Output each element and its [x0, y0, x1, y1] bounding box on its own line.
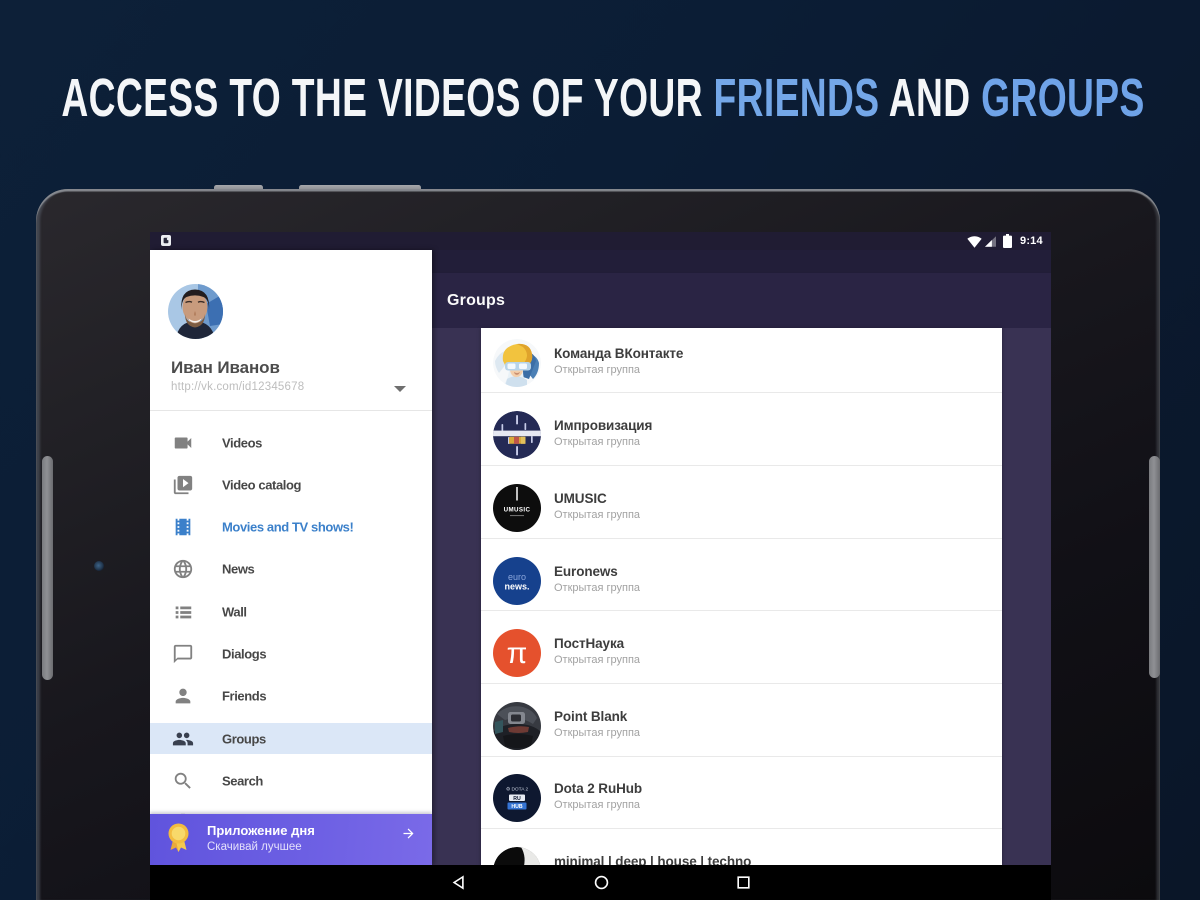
- svg-text:HUB: HUB: [511, 805, 522, 811]
- svg-text:π: π: [507, 637, 528, 670]
- svg-text:RU: RU: [513, 796, 521, 802]
- svg-text:UMUSIC: UMUSIC: [504, 506, 531, 513]
- svg-text:news.: news.: [504, 581, 529, 591]
- svg-text:⚙ DOTA 2: ⚙ DOTA 2: [506, 787, 529, 793]
- svg-text:euro: euro: [508, 572, 526, 582]
